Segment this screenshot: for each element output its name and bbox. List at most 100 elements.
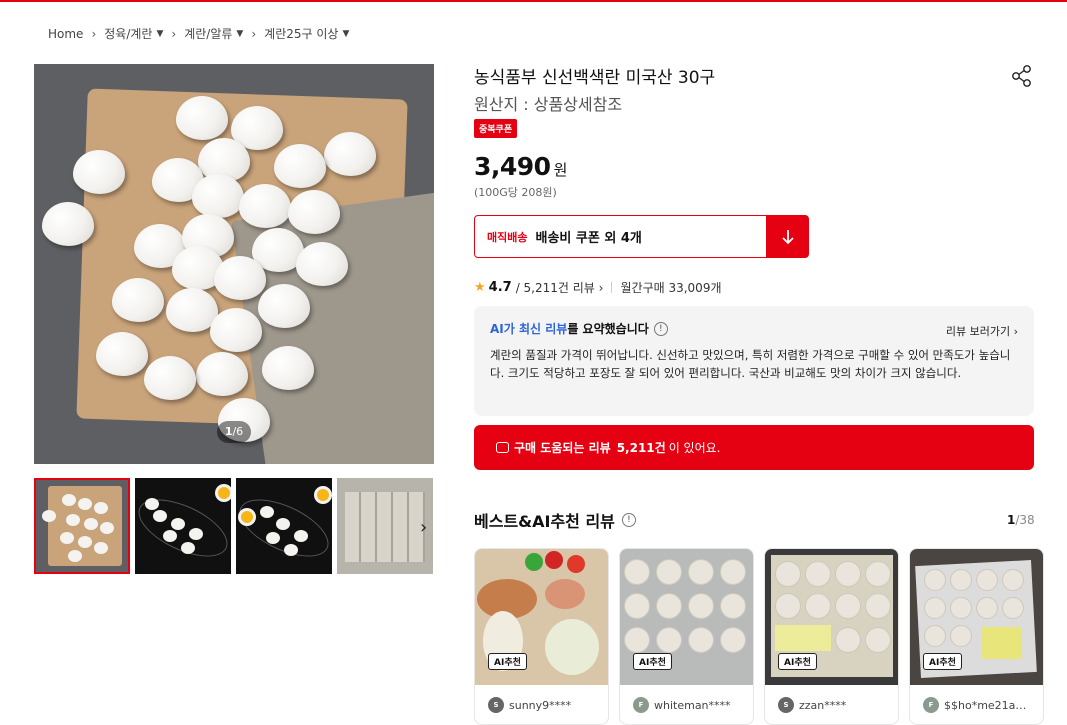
review-count-label: / 5,211건 리뷰 [515, 281, 595, 295]
breadcrumb-category-1[interactable]: 정육/계란 ▼ [104, 25, 163, 42]
chat-icon [496, 442, 509, 453]
info-icon[interactable]: ! [653, 321, 668, 336]
chevron-right-icon: › [91, 26, 97, 41]
egg-graphic [42, 510, 56, 522]
thumbnail-1[interactable] [34, 478, 130, 574]
ai-recommend-tag: AI추천 [633, 653, 672, 670]
view-reviews-label: 리뷰 보러가기 [945, 325, 1011, 338]
egg-graphic [60, 532, 74, 544]
egg-graphic [84, 518, 98, 530]
ai-recommend-tag: AI추천 [488, 653, 527, 670]
egg-graphic [865, 593, 891, 619]
review-card[interactable]: AI추천 F $$ho*me21a… [909, 548, 1044, 725]
delivery-coupon-box[interactable]: 매직배송 배송비 쿠폰 외 4개 [474, 215, 767, 258]
review-count-link[interactable]: / 5,211건 리뷰 › [516, 279, 604, 296]
review-banner-prefix: 구매 도움되는 리뷰 [514, 441, 611, 455]
avatar: S [488, 697, 504, 713]
egg-graphic [924, 569, 946, 591]
review-card[interactable]: AI추천 F whiteman**** [619, 548, 754, 725]
egg-graphic [262, 346, 314, 390]
egg-graphic [688, 559, 714, 585]
best-reviews-title-text: 베스트&AI추천 리뷰 [474, 512, 615, 531]
egg-graphic [865, 561, 891, 587]
yolk-graphic [215, 484, 231, 502]
thumbnail-3[interactable] [236, 478, 332, 574]
egg-graphic [73, 150, 125, 194]
egg-graphic [624, 627, 650, 653]
egg-graphic [94, 502, 108, 514]
ai-summary-text: 계란의 품질과 가격이 뛰어납니다. 신선하고 맛있으며, 특히 저렴한 가격으… [490, 348, 1011, 380]
egg-graphic [296, 242, 348, 286]
egg-graphic [976, 569, 998, 591]
ai-recommend-tag: AI추천 [923, 653, 962, 670]
egg-graphic [294, 530, 308, 542]
egg-graphic [950, 597, 972, 619]
egg-graphic [924, 625, 946, 647]
chevron-right-icon: › [598, 281, 604, 295]
avatar: S [778, 697, 794, 713]
price-value: 3,490 [474, 152, 551, 181]
tomato-graphic [525, 553, 543, 571]
ai-review-summary: AI가 최신 리뷰 를 요약했습니다 ! 리뷰 보러가기 › 계란의 품질과 가격… [474, 306, 1034, 416]
egg-graphic [720, 593, 746, 619]
share-icon[interactable] [1011, 64, 1033, 88]
monthly-purchases: 월간구매 33,009개 [620, 281, 722, 295]
egg-graphic [720, 627, 746, 653]
info-icon[interactable]: ! [621, 513, 636, 527]
ai-summary-heading-rest: 를 요약했습니다 [567, 322, 649, 336]
egg-graphic [112, 278, 164, 322]
egg-graphic [214, 256, 266, 300]
product-main-image[interactable] [34, 64, 434, 464]
yolk-graphic [314, 486, 332, 504]
thumbnail-2[interactable] [135, 478, 231, 574]
egg-graphic [835, 593, 861, 619]
egg-graphic [78, 536, 92, 548]
view-reviews-link[interactable]: 리뷰 보러가기 › [946, 323, 1018, 339]
egg-graphic [42, 202, 94, 246]
chevron-right-icon[interactable]: › [420, 517, 427, 538]
rating-row: ★ 4.7 / 5,211건 리뷰 › 월간구매 33,009개 [474, 279, 722, 296]
egg-graphic [775, 561, 801, 587]
caret-down-icon: ▼ [156, 28, 164, 39]
egg-graphic [805, 593, 831, 619]
thumbnail-4[interactable] [337, 478, 433, 574]
review-card[interactable]: AI추천 S zzan**** [764, 548, 899, 725]
label-graphic [982, 627, 1022, 659]
egg-graphic [284, 544, 298, 556]
egg-graphic [176, 96, 228, 140]
price-unit: 원 [553, 161, 568, 179]
helpful-reviews-button[interactable]: 구매 도움되는 리뷰 5,211건 이 있어요. [474, 425, 1034, 470]
egg-graphic [62, 494, 76, 506]
egg-graphic [260, 506, 274, 518]
product-origin: 원산지 : 상품상세참조 [474, 95, 623, 114]
review-username: sunny9**** [509, 698, 572, 712]
egg-graphic [775, 593, 801, 619]
top-accent-line [0, 0, 1067, 2]
delivery-text: 배송비 쿠폰 외 4개 [535, 231, 642, 246]
avatar: F [923, 697, 939, 713]
egg-graphic [835, 561, 861, 587]
egg-graphic [656, 627, 682, 653]
review-card[interactable]: AI추천 S sunny9**** [474, 548, 609, 725]
egg-graphic [950, 625, 972, 647]
egg-graphic [144, 356, 196, 400]
breadcrumb-label: 계란25구 이상 [264, 27, 339, 41]
egg-graphic [210, 308, 262, 352]
review-username: whiteman**** [654, 698, 731, 712]
egg-graphic [94, 542, 108, 554]
best-reviews-title: 베스트&AI추천 리뷰 ! [474, 508, 636, 532]
unit-price: (100G당 208원) [474, 186, 557, 199]
breadcrumb-label: Home [48, 26, 84, 41]
divider [611, 282, 613, 293]
thumbnail-strip [34, 478, 433, 574]
breadcrumb-category-3[interactable]: 계란25구 이상 ▼ [264, 25, 349, 42]
review-username: $$ho*me21a… [944, 698, 1027, 712]
egg-graphic [68, 550, 82, 562]
breadcrumb-category-2[interactable]: 계란/알류 ▼ [184, 25, 243, 42]
price: 3,490 원 [474, 152, 567, 181]
egg-graphic [145, 498, 159, 510]
coupon-download-button[interactable] [766, 215, 809, 258]
breadcrumb-home[interactable]: Home [48, 27, 83, 41]
review-user: F $$ho*me21a… [923, 697, 1026, 713]
star-icon: ★ [474, 280, 486, 295]
